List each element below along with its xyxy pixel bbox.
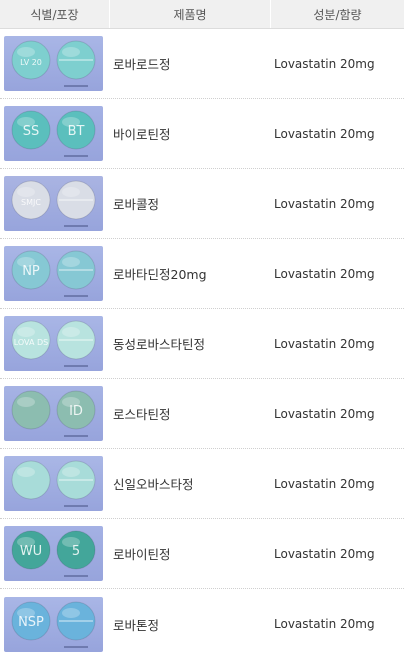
product-name[interactable]: 로바타딘정20mg <box>110 264 271 283</box>
product-name[interactable]: 동성로바스타틴정 <box>110 334 271 353</box>
table-row[interactable]: SMJC 로바콜정 Lovastatin 20mg <box>0 169 404 239</box>
pill-image[interactable]: ID <box>4 386 103 441</box>
ingredient-dose: Lovastatin 20mg <box>274 196 375 211</box>
table-row[interactable]: LOVA DS 동성로바스타틴정 Lovastatin 20mg <box>0 309 404 379</box>
pill-imprint: SS <box>23 124 40 139</box>
table-row[interactable]: NSP 로바톤정 Lovastatin 20mg <box>0 589 404 653</box>
ingredient-dose: Lovastatin 20mg <box>274 56 375 71</box>
pill-image-cell <box>0 449 110 519</box>
pill-imprint: NSP <box>18 615 44 630</box>
pill-image-cell: LV 20 <box>0 29 110 99</box>
pill-image[interactable]: LV 20 <box>4 36 103 91</box>
ingredient-dose: Lovastatin 20mg <box>274 336 375 351</box>
table-row[interactable]: WU 5 로바이틴정 Lovastatin 20mg <box>0 519 404 589</box>
pill-imprint: BT <box>68 124 85 139</box>
header-name: 제품명 <box>110 0 271 28</box>
ingredient-dose: Lovastatin 20mg <box>274 266 375 281</box>
table-header: 식별/포장 제품명 성분/함량 <box>0 0 404 29</box>
pill-imprint: LOVA DS <box>14 338 49 347</box>
table-row[interactable]: NP 로바타딘정20mg Lovastatin 20mg <box>0 239 404 309</box>
pill-imprint: LV 20 <box>20 58 42 67</box>
pill-image[interactable]: WU 5 <box>4 526 103 581</box>
product-name[interactable]: 바이로틴정 <box>110 124 271 143</box>
pill-image-cell: SS BT <box>0 99 110 169</box>
pill-front <box>11 390 51 430</box>
drug-table: 식별/포장 제품명 성분/함량 LV 20 로바로드정 Lovastatin 20m… <box>0 0 404 653</box>
pill-imprint: NP <box>22 264 40 279</box>
pill-front <box>11 460 51 500</box>
pill-image-cell: WU 5 <box>0 519 110 589</box>
pill-imprint: 5 <box>72 544 80 559</box>
pill-imprint: ID <box>69 404 83 419</box>
pill-image[interactable]: NSP <box>4 596 103 652</box>
pill-image[interactable] <box>4 456 103 511</box>
ingredient-dose: Lovastatin 20mg <box>274 546 375 561</box>
pill-image[interactable]: SS BT <box>4 106 103 161</box>
pill-image-cell: NSP <box>0 589 110 653</box>
header-image: 식별/포장 <box>0 0 110 28</box>
table-row[interactable]: ID 로스타틴정 Lovastatin 20mg <box>0 379 404 449</box>
product-name[interactable]: 로바로드정 <box>110 54 271 73</box>
table-row[interactable]: SS BT 바이로틴정 Lovastatin 20mg <box>0 99 404 169</box>
table-row[interactable]: LV 20 로바로드정 Lovastatin 20mg <box>0 29 404 99</box>
pill-image[interactable]: NP <box>4 246 103 301</box>
pill-image[interactable]: SMJC <box>4 176 103 231</box>
header-ingredient: 성분/함량 <box>313 7 362 22</box>
pill-image-cell: SMJC <box>0 169 110 239</box>
product-name[interactable]: 신일오바스타정 <box>110 474 271 493</box>
table-body: LV 20 로바로드정 Lovastatin 20mg SS BT 바이로틴정 Lovast… <box>0 29 404 653</box>
product-name[interactable]: 로바톤정 <box>110 615 271 634</box>
ingredient-dose: Lovastatin 20mg <box>274 476 375 491</box>
table-row[interactable]: 신일오바스타정 Lovastatin 20mg <box>0 449 404 519</box>
ingredient-dose: Lovastatin 20mg <box>274 126 375 141</box>
pill-image-cell: NP <box>0 239 110 309</box>
ingredient-dose: Lovastatin 20mg <box>274 406 375 421</box>
pill-imprint: SMJC <box>21 198 41 207</box>
ingredient-dose: Lovastatin 20mg <box>274 617 375 631</box>
product-name[interactable]: 로바이틴정 <box>110 544 271 563</box>
pill-image-cell: ID <box>0 379 110 449</box>
pill-image[interactable]: LOVA DS <box>4 316 103 371</box>
pill-image-cell: LOVA DS <box>0 309 110 379</box>
product-name[interactable]: 로스타틴정 <box>110 404 271 423</box>
product-name[interactable]: 로바콜정 <box>110 194 271 213</box>
pill-imprint: WU <box>20 544 42 559</box>
